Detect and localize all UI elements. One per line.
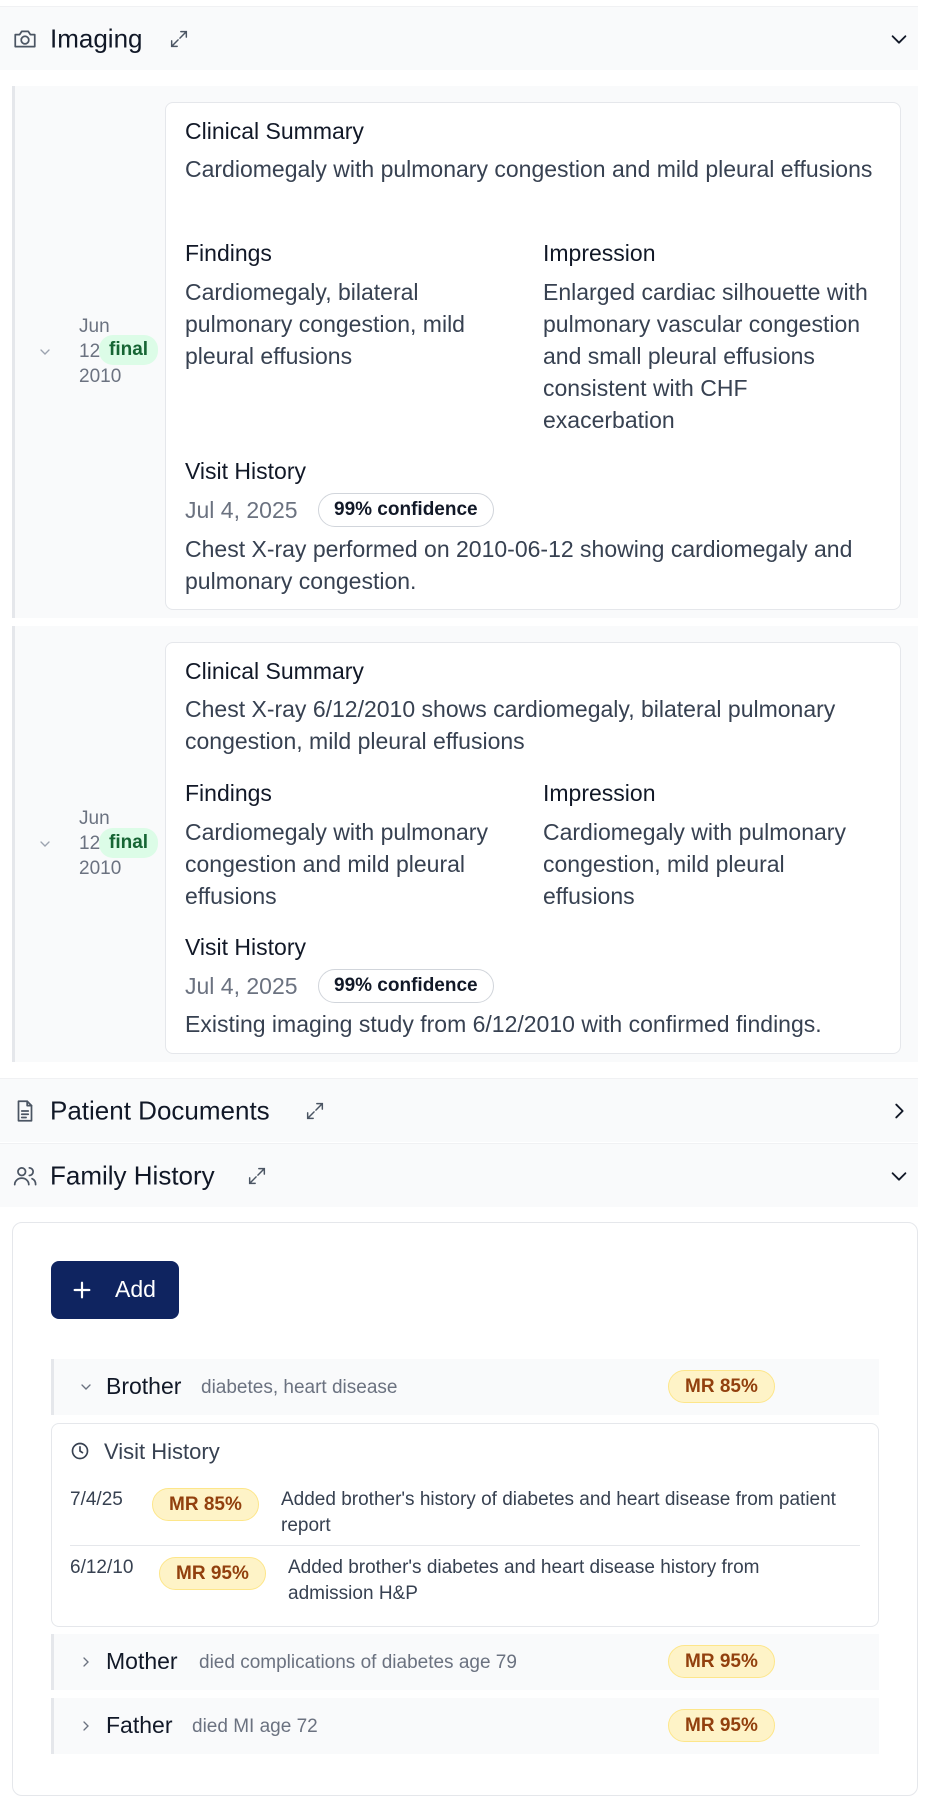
imaging-section-header[interactable]: Imaging: [0, 6, 918, 70]
imaging-study-card: Clinical Summary Chest X-ray 6/12/2010 s…: [165, 642, 901, 1054]
family-member-row[interactable]: Brother diabetes, heart disease MR 85%: [51, 1359, 879, 1415]
family-member-description: diabetes, heart disease: [201, 1377, 398, 1398]
plus-icon: [73, 1281, 91, 1299]
patient-documents-title: Patient Documents: [50, 1095, 270, 1125]
add-button[interactable]: Add: [51, 1261, 179, 1319]
family-member-description: died complications of diabetes age 79: [199, 1652, 517, 1673]
visit-entry-date: 6/12/10: [70, 1557, 134, 1578]
chevron-down-icon[interactable]: [888, 28, 910, 50]
impression-text: Enlarged cardiac silhouette with pulmona…: [543, 279, 868, 433]
status-badge: final: [99, 335, 159, 365]
chevron-down-icon[interactable]: [37, 344, 53, 360]
findings-label: Findings: [185, 240, 272, 266]
study-date-year: 2010: [79, 366, 122, 387]
chevron-right-icon[interactable]: [78, 1654, 94, 1670]
visit-history-label: Visit History: [185, 934, 306, 960]
findings-text: Cardiomegaly with pulmonary congestion a…: [185, 819, 488, 909]
family-member-relation: Brother: [106, 1373, 182, 1399]
findings-label: Findings: [185, 780, 272, 806]
visit-entry-text: Added brother's history of diabetes and …: [281, 1489, 836, 1536]
add-button-label: Add: [115, 1276, 156, 1302]
clinical-summary-text: Cardiomegaly with pulmonary congestion a…: [185, 156, 873, 182]
visit-date: Jul 4, 2025: [185, 973, 298, 999]
mr-badge: MR 85%: [152, 1488, 259, 1521]
confidence-badge: 99% confidence: [318, 969, 494, 1003]
imaging-title: Imaging: [50, 23, 143, 53]
chevron-down-icon[interactable]: [78, 1379, 94, 1395]
visit-history-box: Visit History 7/4/25 MR 85% Added brothe…: [51, 1423, 879, 1627]
visit-note: Chest X-ray performed on 2010-06-12 show…: [185, 536, 853, 594]
visit-note: Existing imaging study from 6/12/2010 wi…: [185, 1011, 822, 1037]
chevron-down-icon[interactable]: [888, 1165, 910, 1187]
expand-icon[interactable]: [168, 28, 190, 50]
users-icon: [13, 1166, 37, 1186]
clinical-summary-label: Clinical Summary: [185, 658, 364, 684]
findings-text: Cardiomegaly, bilateral pulmonary conges…: [185, 279, 465, 369]
impression-label: Impression: [543, 780, 656, 806]
chevron-right-icon[interactable]: [888, 1100, 910, 1122]
mr-badge: MR 95%: [159, 1557, 266, 1590]
visit-history-label: Visit History: [185, 458, 306, 484]
visit-entry-date: 7/4/25: [70, 1489, 123, 1510]
family-member-row[interactable]: Father died MI age 72 MR 95%: [51, 1698, 879, 1754]
chevron-down-icon[interactable]: [37, 836, 53, 852]
impression-text: Cardiomegaly with pulmonary congestion, …: [543, 819, 846, 909]
imaging-study-card: Clinical Summary Cardiomegaly with pulmo…: [165, 102, 901, 610]
expand-icon[interactable]: [304, 1100, 326, 1122]
clinical-summary-text: Chest X-ray 6/12/2010 shows cardiomegaly…: [185, 696, 836, 754]
clock-icon: [71, 1442, 89, 1460]
clinical-summary-label: Clinical Summary: [185, 118, 364, 144]
study-date-year: 2010: [79, 858, 122, 879]
mr-badge: MR 95%: [668, 1709, 775, 1742]
family-history-panel: Add Brother diabetes, heart disease MR 8…: [12, 1222, 918, 1796]
confidence-badge: 99% confidence: [318, 493, 494, 527]
camera-icon: [14, 30, 36, 47]
family-member-row[interactable]: Mother died complications of diabetes ag…: [51, 1634, 879, 1690]
document-icon: [17, 1099, 33, 1122]
family-history-title: Family History: [50, 1160, 215, 1190]
mr-badge: MR 95%: [668, 1645, 775, 1678]
divider: [70, 1545, 860, 1546]
patient-documents-section-header[interactable]: Patient Documents: [0, 1078, 918, 1142]
status-badge: final: [99, 828, 159, 858]
visit-entry-text: Added brother's diabetes and heart disea…: [288, 1557, 760, 1604]
visit-history-title: Visit History: [104, 1439, 220, 1464]
family-history-section-header[interactable]: Family History: [0, 1143, 918, 1207]
mr-badge: MR 85%: [668, 1370, 775, 1403]
visit-date: Jul 4, 2025: [185, 497, 298, 523]
family-member-relation: Mother: [106, 1648, 178, 1674]
family-member-relation: Father: [106, 1712, 173, 1738]
family-member-description: died MI age 72: [192, 1716, 318, 1737]
expand-icon[interactable]: [246, 1165, 268, 1187]
impression-label: Impression: [543, 240, 656, 266]
imaging-study-row[interactable]: Jun 12, 2010 final Clinical Summary Card…: [12, 86, 918, 618]
imaging-study-row[interactable]: Jun 12, 2010 final Clinical Summary Ches…: [12, 626, 918, 1062]
chevron-right-icon[interactable]: [78, 1718, 94, 1734]
